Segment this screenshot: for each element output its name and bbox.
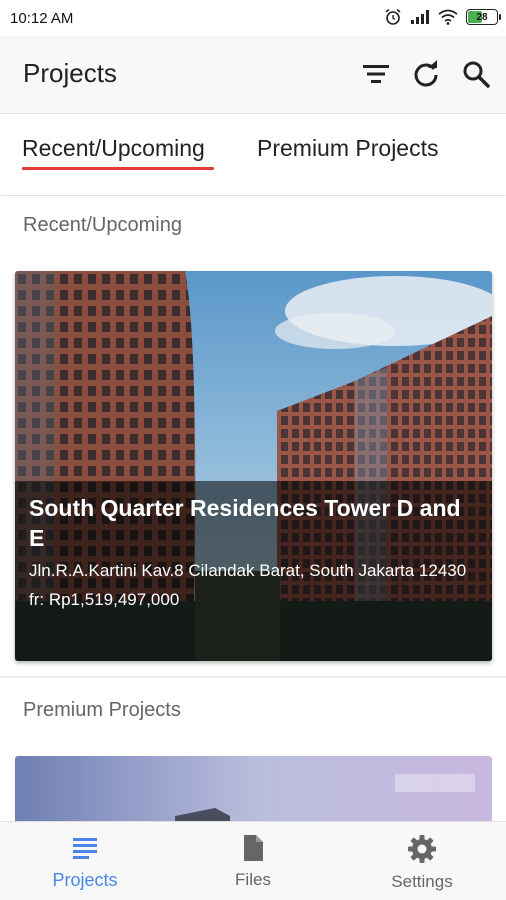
project-title: South Quarter Residences Tower D and E — [29, 495, 461, 551]
status-icons: 28 — [384, 8, 501, 26]
project-price: fr: Rp1,519,497,000 — [29, 590, 180, 609]
premium-project-image — [15, 756, 492, 821]
search-icon — [463, 61, 490, 88]
alarm-icon — [385, 8, 401, 25]
nav-files-label: Files — [235, 870, 271, 889]
nav-settings[interactable]: Settings — [362, 834, 482, 892]
section-divider — [0, 676, 506, 678]
project-address: Jln.R.A.Kartini Kav.8 Cilandak Barat, So… — [29, 561, 467, 580]
tab-recent-upcoming[interactable]: Recent/Upcoming — [22, 135, 205, 162]
battery-level: 28 — [476, 11, 488, 23]
nav-settings-label: Settings — [391, 872, 453, 891]
section-title-premium: Premium Projects — [23, 699, 181, 721]
filter-button[interactable] — [360, 58, 392, 90]
section-title-recent: Recent/Upcoming — [23, 214, 182, 236]
app-bar-actions — [360, 58, 492, 90]
tab-bar: Recent/Upcoming Premium Projects — [0, 115, 506, 195]
project-card[interactable]: South Quarter Residences Tower D and E J… — [15, 271, 492, 661]
nav-projects[interactable]: Projects — [25, 834, 145, 891]
project-card-info: South Quarter Residences Tower D and E J… — [15, 481, 492, 661]
gear-icon — [408, 835, 436, 863]
refresh-icon — [414, 60, 438, 87]
list-icon — [73, 838, 97, 859]
tab-indicator — [22, 167, 214, 170]
status-bar: 10:12 AM 28 — [0, 0, 506, 36]
page-title: Projects — [23, 58, 117, 88]
file-icon — [244, 835, 263, 861]
app-bar: Projects — [0, 36, 506, 114]
bottom-navigation: Projects Files Settings — [0, 821, 506, 900]
tab-premium-projects[interactable]: Premium Projects — [257, 135, 438, 162]
nav-projects-label: Projects — [52, 870, 118, 890]
refresh-button[interactable] — [410, 58, 442, 90]
status-time: 10:12 AM — [10, 10, 74, 27]
wifi-icon — [438, 9, 458, 25]
premium-project-card[interactable] — [15, 756, 492, 821]
filter-icon — [363, 65, 389, 83]
search-button[interactable] — [460, 58, 492, 90]
project-list[interactable]: Recent/Upcoming South Quarter Residences… — [0, 196, 506, 821]
signal-icon — [411, 10, 429, 24]
battery-icon: 28 — [466, 9, 501, 25]
nav-files[interactable]: Files — [193, 834, 313, 890]
